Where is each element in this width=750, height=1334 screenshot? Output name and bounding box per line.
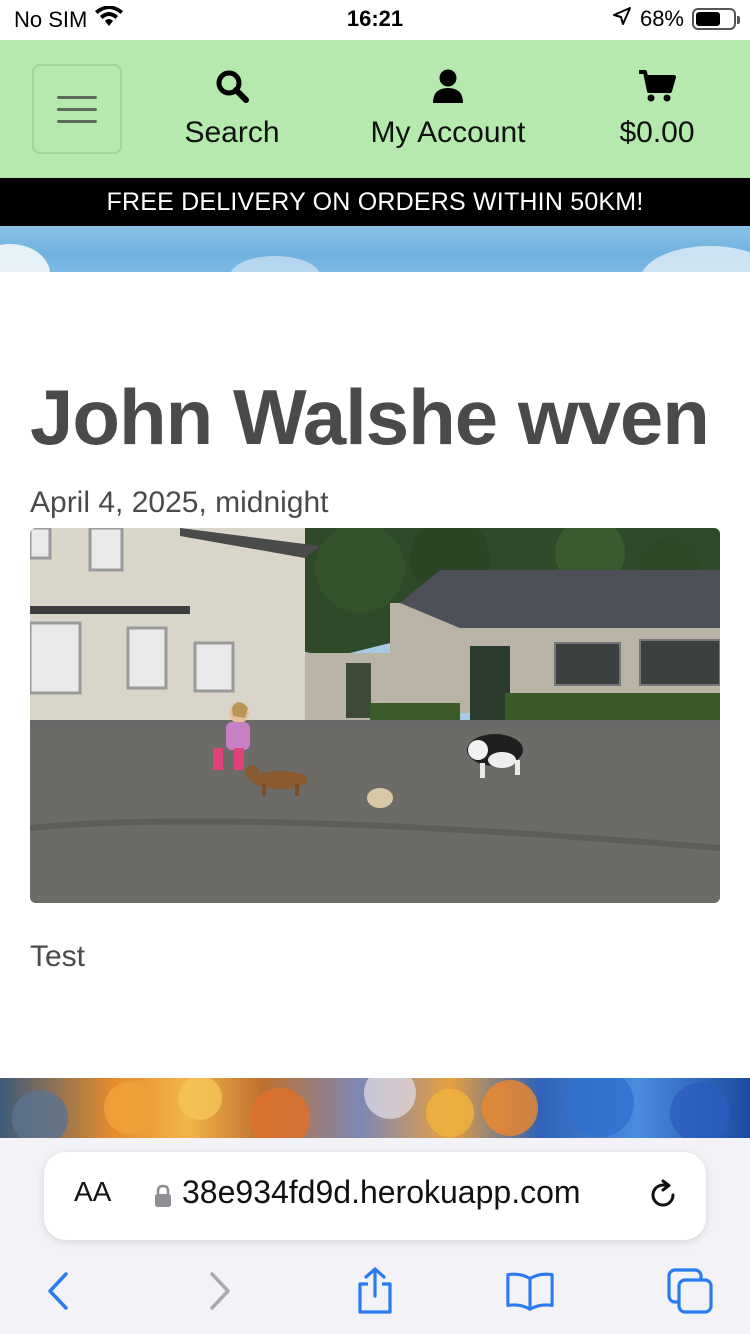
hamburger-line — [57, 95, 97, 99]
search-link[interactable]: Search — [172, 68, 292, 150]
location-icon — [612, 6, 632, 32]
post-body: Test — [30, 940, 86, 973]
status-right: 68% — [612, 6, 740, 32]
post-title: John Walshe wven — [30, 373, 710, 461]
chevron-right-icon — [210, 1272, 230, 1310]
post-image — [30, 528, 720, 903]
battery-icon — [692, 8, 740, 30]
search-label: Search — [184, 116, 280, 149]
reader-options-button[interactable]: AA — [74, 1176, 111, 1208]
delivery-banner: FREE DELIVERY ON ORDERS WITHIN 50KM! — [0, 178, 750, 226]
my-account-label: My Account — [370, 116, 526, 149]
status-bar: No SIM 16:21 68% — [0, 0, 750, 40]
cart-total: $0.00 — [619, 116, 695, 149]
footer-image — [0, 1078, 750, 1138]
hamburger-line — [57, 119, 97, 123]
back-button[interactable] — [33, 1266, 83, 1316]
browser-toolbar: AA 38e934fd9d.herokuapp.com — [0, 1138, 750, 1334]
menu-toggle-button[interactable] — [32, 64, 122, 154]
tabs-button[interactable] — [665, 1266, 715, 1316]
forward-button[interactable] — [195, 1266, 245, 1316]
address-bar[interactable]: AA 38e934fd9d.herokuapp.com — [44, 1152, 706, 1240]
cart-icon — [605, 68, 709, 104]
cart-link[interactable]: $0.00 — [605, 68, 709, 150]
tabs-icon — [667, 1268, 713, 1314]
header-image — [0, 226, 750, 272]
user-icon — [358, 68, 538, 104]
url-text[interactable]: 38e934fd9d.herokuapp.com — [182, 1174, 622, 1211]
battery-tip — [737, 16, 740, 24]
search-icon — [172, 68, 292, 104]
chevron-left-icon — [48, 1272, 68, 1310]
post-date: April 4, 2025, midnight — [30, 486, 329, 519]
share-button[interactable] — [350, 1266, 400, 1316]
battery-fill — [696, 12, 721, 26]
battery-percent: 68% — [639, 6, 684, 31]
lock-icon — [154, 1184, 172, 1212]
share-icon — [358, 1267, 392, 1314]
reload-icon[interactable] — [646, 1178, 680, 1216]
hamburger-line — [57, 107, 97, 111]
my-account-link[interactable]: My Account — [358, 68, 538, 150]
site-navbar: Search My Account $0.00 — [0, 40, 750, 178]
bookmarks-button[interactable] — [505, 1266, 555, 1316]
book-icon — [506, 1272, 554, 1311]
